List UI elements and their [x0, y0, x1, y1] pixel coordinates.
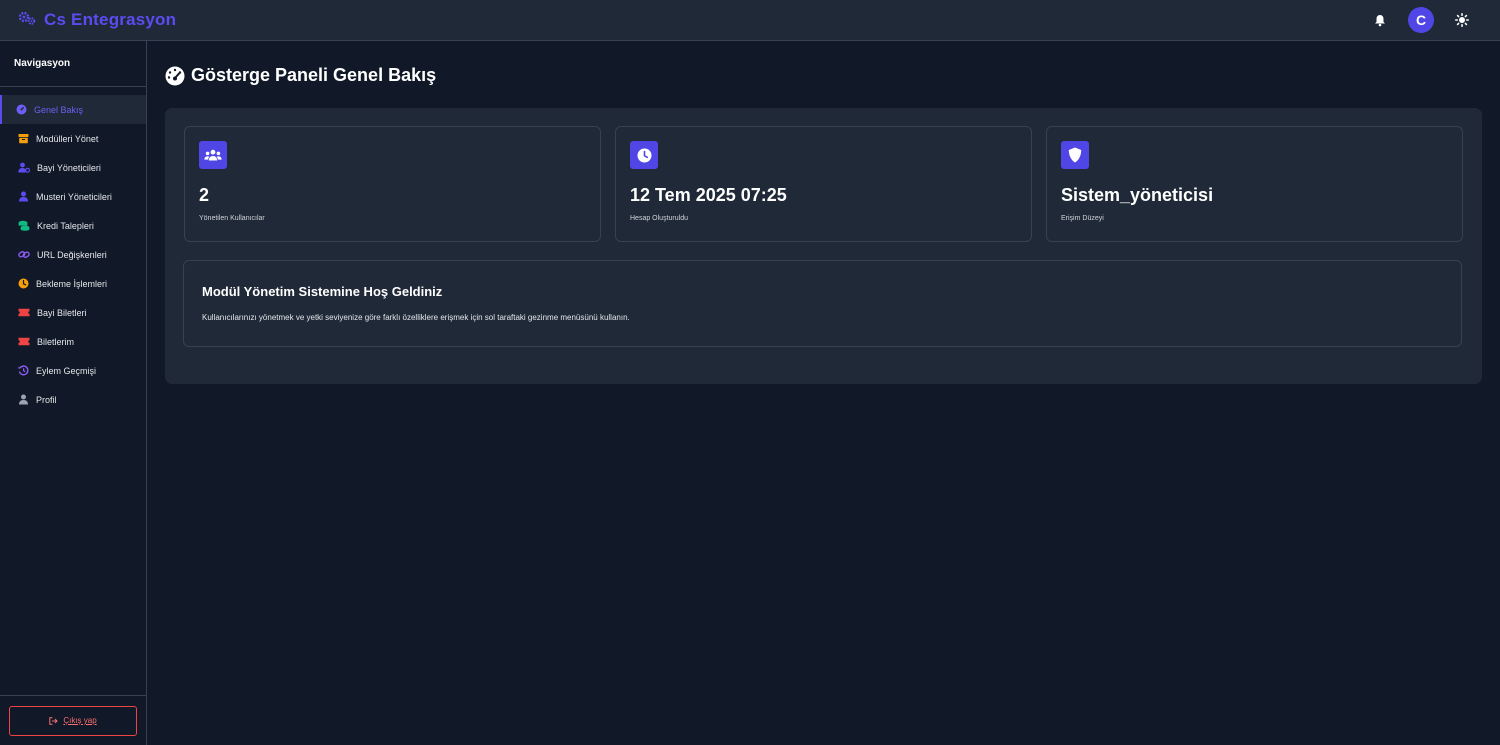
sidebar-item-label: Genel Bakış: [34, 104, 84, 115]
sidebar-item-label: Kredi Talepleri: [37, 220, 94, 231]
welcome-title: Modül Yönetim Sistemine Hoş Geldiniz: [202, 284, 443, 299]
bell-icon: [1375, 14, 1385, 26]
stat-label: Hesap Oluşturuldu: [630, 215, 688, 222]
sidebar-item-label: Bayi Yöneticileri: [37, 162, 101, 173]
gauge-icon: [16, 104, 27, 115]
sidebar-item-musteri-yoneticileri[interactable]: Musteri Yöneticileri: [0, 182, 146, 211]
sidebar-item-bayi-yoneticileri[interactable]: Bayi Yöneticileri: [0, 153, 146, 182]
notifications-button[interactable]: [1366, 6, 1394, 34]
box-icon: [18, 134, 29, 144]
stat-value: 12 Tem 2025 07:25: [630, 185, 787, 205]
sidebar-item-url-degiskenleri[interactable]: URL Değişkenleri: [0, 240, 146, 269]
sign-out-icon: [49, 716, 59, 725]
stat-icon-box: [630, 141, 658, 169]
sidebar-item-eylem-gecmisi[interactable]: Eylem Geçmişi: [0, 356, 146, 385]
brand[interactable]: Cs Entegrasyon: [18, 10, 176, 30]
page-title-text: Gösterge Paneli Genel Bakış: [191, 65, 437, 85]
logout-button[interactable]: Çıkış yap: [9, 705, 137, 736]
gauge-icon: [165, 66, 185, 85]
gears-icon: [18, 11, 36, 30]
sun-icon: [1455, 13, 1469, 27]
stat-card-account-created: 12 Tem 2025 07:25 Hesap Oluşturuldu: [615, 126, 1032, 242]
logout-label: Çıkış yap: [63, 716, 97, 725]
shield-icon: [1068, 147, 1082, 163]
stat-card-access-level: Sistem_yöneticisi Erişim Düzeyi: [1046, 126, 1463, 242]
coins-icon: [18, 220, 30, 231]
users-icon: [204, 149, 222, 161]
nav-list: Genel Bakış Modülleri Yönet Bayi Yönetic…: [0, 95, 146, 414]
page-title: Gösterge Paneli Genel Bakış: [165, 65, 436, 86]
user-icon: [19, 394, 28, 405]
history-icon: [18, 365, 29, 376]
sidebar-item-label: URL Değişkenleri: [37, 249, 107, 260]
sidebar-item-label: Bayi Biletleri: [37, 307, 87, 318]
sidebar-item-genel-bakis[interactable]: Genel Bakış: [0, 95, 146, 124]
sidebar-item-modulleri-yonet[interactable]: Modülleri Yönet: [0, 124, 146, 153]
sidebar-item-kredi-talepleri[interactable]: Kredi Talepleri: [0, 211, 146, 240]
welcome-text: Kullanıcılarınızı yönetmek ve yetki sevi…: [202, 313, 630, 322]
user-gear-icon: [18, 162, 30, 173]
welcome-card: Modül Yönetim Sistemine Hoş Geldiniz Kul…: [183, 260, 1462, 347]
sidebar-item-biletlerim[interactable]: Biletlerim: [0, 327, 146, 356]
top-bar: Cs Entegrasyon C: [0, 0, 1500, 41]
sidebar-item-bayi-biletleri[interactable]: Bayi Biletleri: [0, 298, 146, 327]
sidebar-item-label: Musteri Yöneticileri: [36, 191, 112, 202]
sidebar-item-label: Bekleme İşlemleri: [36, 278, 108, 289]
stat-value: Sistem_yöneticisi: [1061, 185, 1214, 205]
stat-label: Erişim Düzeyi: [1061, 215, 1104, 222]
sidebar-item-label: Profil: [36, 394, 57, 405]
sidebar-item-label: Eylem Geçmişi: [36, 365, 97, 376]
stat-icon-box: [199, 141, 227, 169]
avatar[interactable]: C: [1408, 7, 1434, 33]
sidebar-item-label: Modülleri Yönet: [36, 133, 99, 144]
stat-label: Yönetilen Kullanıcılar: [199, 215, 265, 222]
sidebar-item-profil[interactable]: Profil: [0, 385, 146, 414]
sidebar-footer: Çıkış yap: [0, 695, 146, 745]
stat-icon-box: [1061, 141, 1089, 169]
link-icon: [18, 251, 30, 258]
stat-value: 2: [199, 185, 210, 205]
sidebar-heading: Navigasyon: [0, 41, 146, 87]
brand-title: Cs Entegrasyon: [44, 10, 177, 29]
sidebar-item-bekleme-islemleri[interactable]: Bekleme İşlemleri: [0, 269, 146, 298]
stat-card-managed-users: 2 Yönetilen Kullanıcılar: [184, 126, 601, 242]
sidebar: Navigasyon Genel Bakış Modülleri Yönet B…: [0, 41, 147, 745]
ticket-icon: [18, 337, 30, 346]
user-icon: [19, 191, 28, 202]
sidebar-item-label: Biletlerim: [37, 336, 75, 347]
clock-icon: [18, 278, 29, 289]
overview-panel: 2 Yönetilen Kullanıcılar 12 Tem 2025 07:…: [165, 108, 1482, 384]
ticket-icon: [18, 308, 30, 317]
main-content: Gösterge Paneli Genel Bakış 2 Yönetilen …: [147, 41, 1500, 745]
clock-icon: [637, 148, 651, 162]
theme-toggle-button[interactable]: [1448, 6, 1476, 34]
